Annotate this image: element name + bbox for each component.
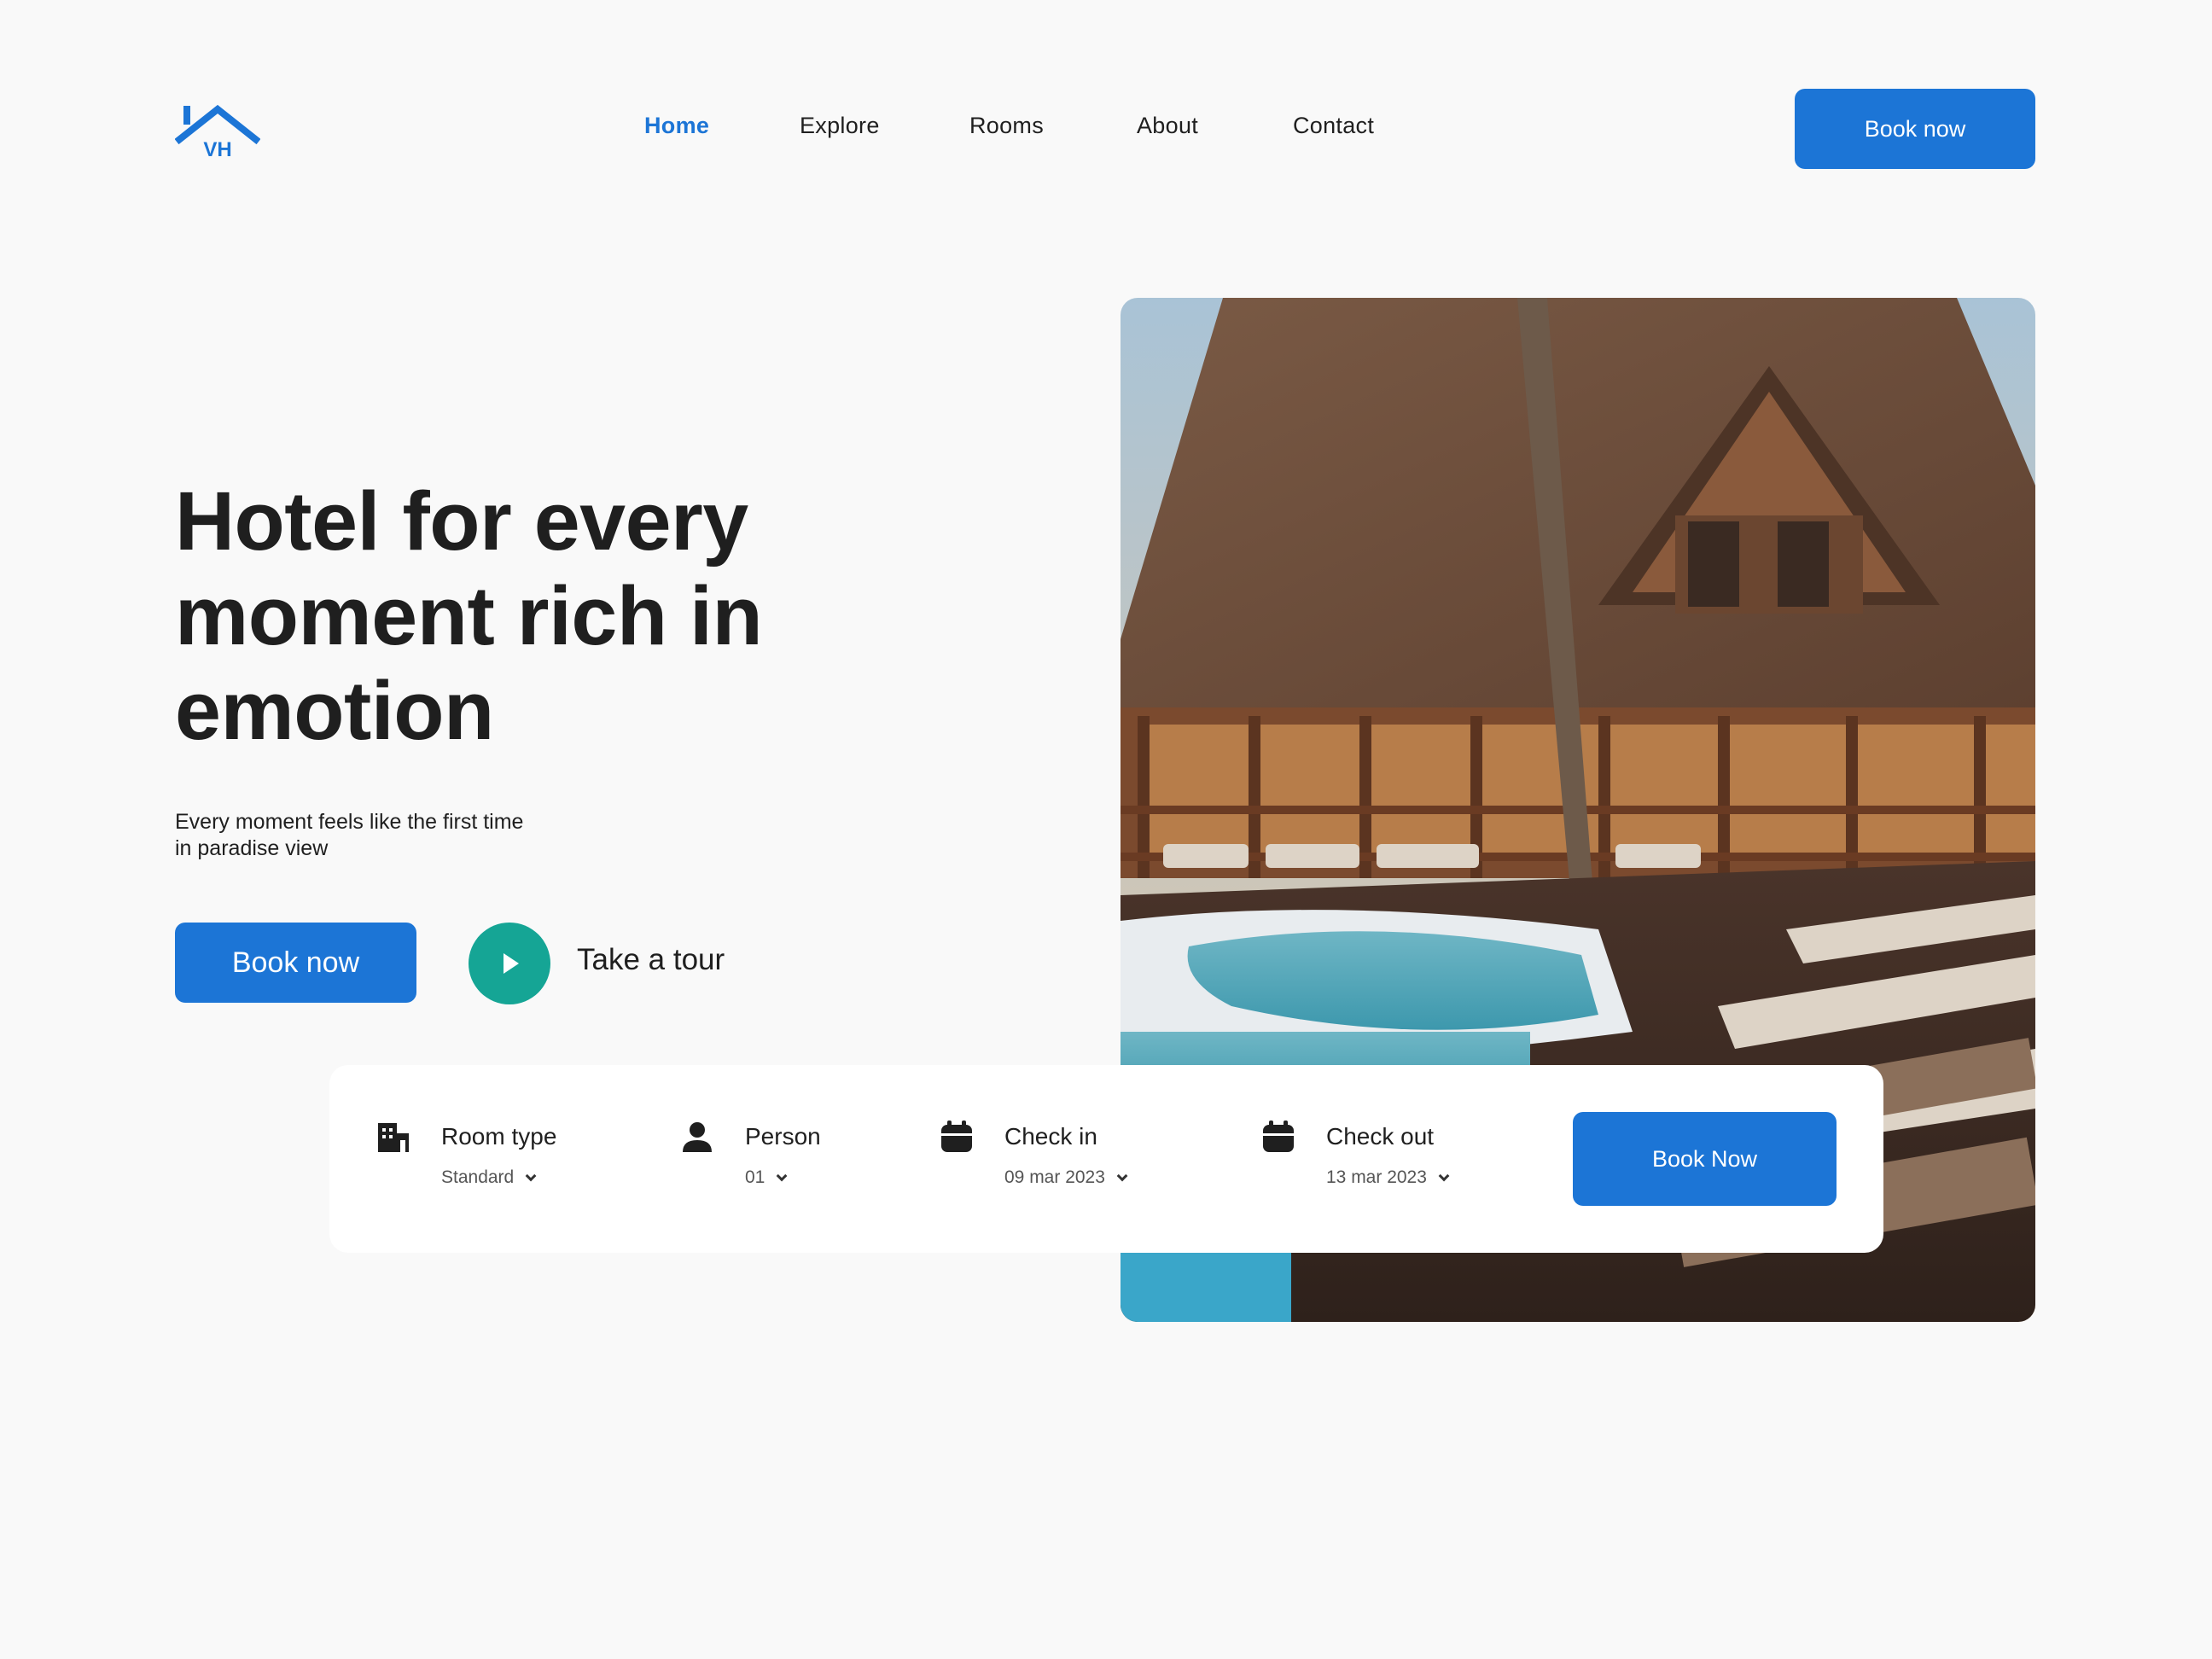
check-in-select[interactable]: 09 mar 2023 [1004,1167,1128,1188]
check-out-select[interactable]: 13 mar 2023 [1326,1167,1450,1188]
hero-title: Hotel for every moment rich in emotion [175,474,763,757]
booking-bar: Room type Standard Person 01 Check in 09… [329,1065,1883,1253]
chevron-down-icon [1438,1170,1450,1182]
hero-subtitle: Every moment feels like the first time i… [175,809,602,862]
hero-book-button[interactable]: Book now [175,923,416,1003]
person-icon [683,1122,712,1152]
play-icon [504,953,519,974]
play-tour-button[interactable] [469,923,550,1004]
nav-rooms[interactable]: Rooms [969,113,1044,139]
nav-about[interactable]: About [1137,113,1198,139]
header-book-button[interactable]: Book now [1795,89,2035,169]
room-type-value: Standard [441,1167,515,1187]
chevron-down-icon [1116,1170,1128,1182]
building-icon [378,1123,409,1152]
chevron-down-icon [777,1170,788,1182]
check-out-label: Check out [1326,1123,1435,1150]
person-label: Person [745,1123,821,1150]
tour-label[interactable]: Take a tour [577,943,725,977]
hero-subtitle-line2: in paradise view [175,836,329,860]
check-in-value: 09 mar 2023 [1004,1167,1105,1187]
nav-explore[interactable]: Explore [800,113,880,139]
room-type-label: Room type [441,1123,557,1150]
nav-contact[interactable]: Contact [1293,113,1374,139]
check-in-label: Check in [1004,1123,1097,1150]
room-type-select[interactable]: Standard [441,1167,537,1188]
person-value: 01 [745,1167,765,1187]
calendar-icon [1263,1121,1294,1152]
check-out-value: 13 mar 2023 [1326,1167,1427,1187]
person-select[interactable]: 01 [745,1167,788,1188]
hero-subtitle-line1: Every moment feels like the first time [175,810,524,834]
calendar-icon [941,1121,972,1152]
nav-home[interactable]: Home [644,113,709,139]
booking-book-now-button[interactable]: Book Now [1573,1112,1837,1206]
chevron-down-icon [525,1170,537,1182]
